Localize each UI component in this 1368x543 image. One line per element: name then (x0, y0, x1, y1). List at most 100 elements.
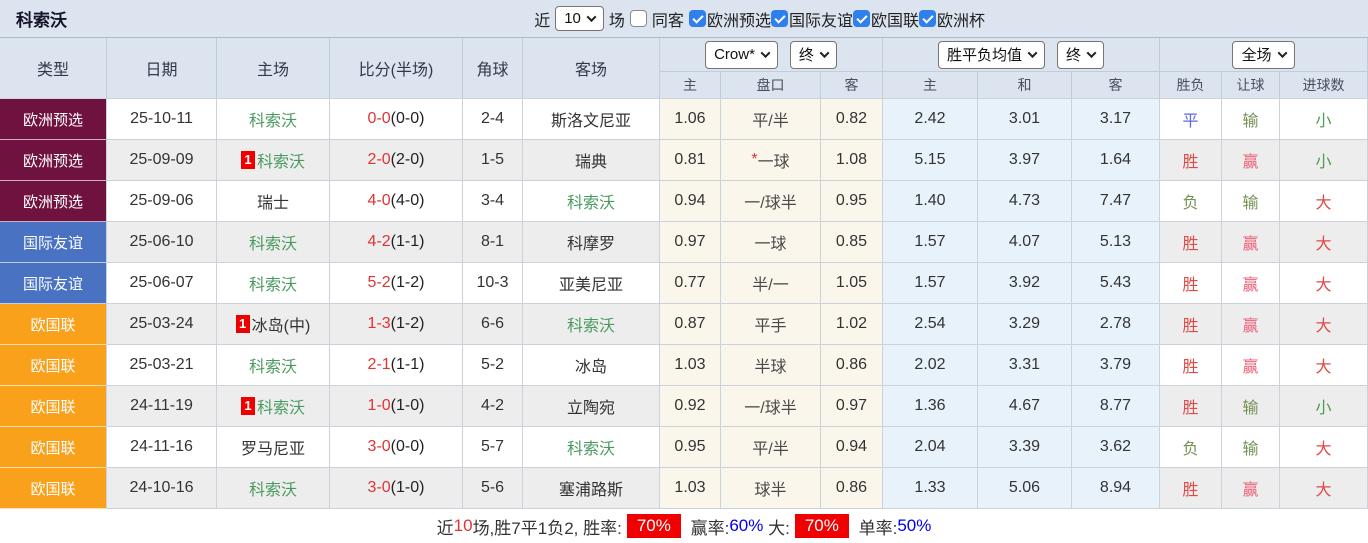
result-goals: 大 (1315, 482, 1332, 499)
result-wdl-cell: 负 (1160, 181, 1222, 222)
corners-cell: 5-6 (463, 468, 523, 509)
result-goals: 小 (1315, 113, 1332, 130)
score-cell: 0-0 (0-0) (330, 99, 463, 140)
halftime-score: (1-2) (390, 274, 425, 291)
ah-away-odds-cell: 0.94 (821, 427, 883, 468)
summary-text: 场,胜7平1负2, 胜率: (472, 518, 622, 538)
ah-line-cell: 平/半 (721, 99, 821, 140)
eu-away-odds-cell: 3.17 (1072, 99, 1160, 140)
type-cell: 欧洲预选 (0, 99, 107, 140)
result-wdl: 胜 (1182, 236, 1199, 253)
same-away-checkbox[interactable] (629, 10, 647, 27)
eu-draw-odds-cell: 3.97 (978, 140, 1072, 181)
filter-checkbox[interactable] (688, 10, 706, 27)
chevron-down-icon (819, 48, 830, 59)
result-goals-cell: 大 (1280, 181, 1368, 222)
result-handicap-cell: 赢 (1222, 304, 1280, 345)
eu-draw-odds-cell: 3.31 (978, 345, 1072, 386)
halftime-score: (0-0) (390, 110, 425, 127)
date-cell: 25-09-06 (107, 181, 217, 222)
ah-home-odds-cell: 0.81 (660, 140, 721, 181)
home-team-cell: 罗马尼亚 (217, 427, 330, 468)
rate-value: 50% (897, 516, 932, 535)
matches-label: 场 (608, 12, 625, 30)
eu-draw-odds-cell: 4.07 (978, 222, 1072, 263)
fulltime-score: 4-2 (367, 233, 391, 250)
ah-away-odds-cell: 0.97 (821, 386, 883, 427)
fulltime-score: 1-3 (367, 315, 391, 332)
away-team-cell: 科索沃 (523, 181, 660, 222)
match-row: 欧国联 25-03-21 科索沃 2-1 (1-1) 5-2 冰岛 1.03 半球 0.86 2.0… (0, 345, 1368, 386)
result-wdl-cell: 胜 (1160, 140, 1222, 181)
type-cell: 欧国联 (0, 386, 107, 427)
ah-home-odds-cell: 1.06 (660, 99, 721, 140)
eu-draw-odds-cell: 3.39 (978, 427, 1072, 468)
eu-away-odds-cell: 8.94 (1072, 468, 1160, 509)
result-handicap: 赢 (1242, 236, 1259, 253)
halftime-score: (4-0) (390, 192, 425, 209)
summary-text: 大: (763, 518, 790, 538)
home-order-badge: 1 (235, 315, 250, 333)
filter-checkbox[interactable] (770, 10, 788, 27)
result-handicap: 输 (1242, 113, 1259, 130)
result-goals-cell: 大 (1280, 263, 1368, 304)
result-goals: 大 (1315, 277, 1332, 294)
summary-text: 近 (436, 518, 454, 538)
halftime-score: (1-0) (390, 397, 425, 414)
type-cell: 国际友谊 (0, 263, 107, 304)
score-cell: 2-1 (1-1) (330, 345, 463, 386)
away-team-name: 科索沃 (566, 441, 615, 458)
date-cell: 25-06-07 (107, 263, 217, 304)
result-goals: 大 (1315, 236, 1332, 253)
europe-time-select[interactable]: 终 (1057, 40, 1105, 69)
summary-text: 单率: (853, 518, 898, 538)
europe-odds-select[interactable]: 胜平负均值 (937, 40, 1045, 69)
match-row: 欧国联 24-11-16 罗马尼亚 3-0 (0-0) 5-7 科索沃 0.95 平/半 0.94… (0, 427, 1368, 468)
ah-away-odds-cell: 1.05 (821, 263, 883, 304)
filter-checkbox[interactable] (852, 10, 870, 27)
away-team-name: 立陶宛 (566, 400, 615, 417)
result-wdl-cell: 胜 (1160, 468, 1222, 509)
eu-draw-odds-cell: 3.92 (978, 263, 1072, 304)
ah-line-text: 平/半 (752, 113, 789, 130)
rate-badge: 70% (626, 514, 681, 538)
result-wdl-cell: 负 (1160, 427, 1222, 468)
ah-home-odds-cell: 1.03 (660, 468, 721, 509)
result-goals: 小 (1315, 154, 1332, 171)
result-handicap: 赢 (1242, 277, 1259, 294)
summary-footer: 近 10 场,胜7平1负2, 胜率: 70% 赢率: 60% 大: 70% 单率: 50% (0, 509, 1368, 543)
score-cell: 3-0 (0-0) (330, 427, 463, 468)
home-order-badge: 1 (240, 151, 255, 169)
eu-away-odds-cell: 1.64 (1072, 140, 1160, 181)
filter-checkbox[interactable] (918, 10, 936, 27)
result-goals: 大 (1315, 318, 1332, 335)
ah-line-text: 一/球半 (744, 400, 797, 417)
result-handicap: 输 (1242, 195, 1259, 212)
subcol-ah-line: 盘口 (721, 72, 821, 98)
corners-cell: 5-2 (463, 345, 523, 386)
recent-count-select[interactable]: 10 (555, 6, 604, 31)
eu-home-odds-cell: 1.36 (883, 386, 978, 427)
result-goals-cell: 小 (1280, 140, 1368, 181)
ah-away-odds-cell: 0.95 (821, 181, 883, 222)
eu-draw-odds-cell: 3.29 (978, 304, 1072, 345)
match-scope-select[interactable]: 全场 (1232, 40, 1295, 69)
ah-line-text: 一球 (754, 236, 787, 253)
result-goals: 大 (1315, 195, 1332, 212)
subcol-handicap: 让球 (1222, 72, 1280, 98)
filter-label: 欧国联 (870, 12, 919, 30)
result-wdl: 平 (1182, 113, 1199, 130)
fulltime-score: 0-0 (367, 110, 391, 127)
rate-value: 60% (729, 516, 764, 535)
result-wdl: 胜 (1182, 154, 1199, 171)
ah-line-cell: 一球 (721, 222, 821, 263)
match-row: 欧洲预选 25-10-11 科索沃 0-0 (0-0) 2-4 斯洛文尼亚 1.06 平/半 0.… (0, 99, 1368, 140)
ah-home-odds-cell: 0.95 (660, 427, 721, 468)
odds-time-select[interactable]: 终 (789, 40, 837, 69)
odds-company-select[interactable]: Crow* (705, 40, 778, 69)
ah-away-odds-cell: 0.85 (821, 222, 883, 263)
result-goals-cell: 大 (1280, 468, 1368, 509)
date-cell: 25-09-09 (107, 140, 217, 181)
rate-badge: 70% (794, 514, 849, 538)
chevron-down-icon (1277, 48, 1287, 59)
